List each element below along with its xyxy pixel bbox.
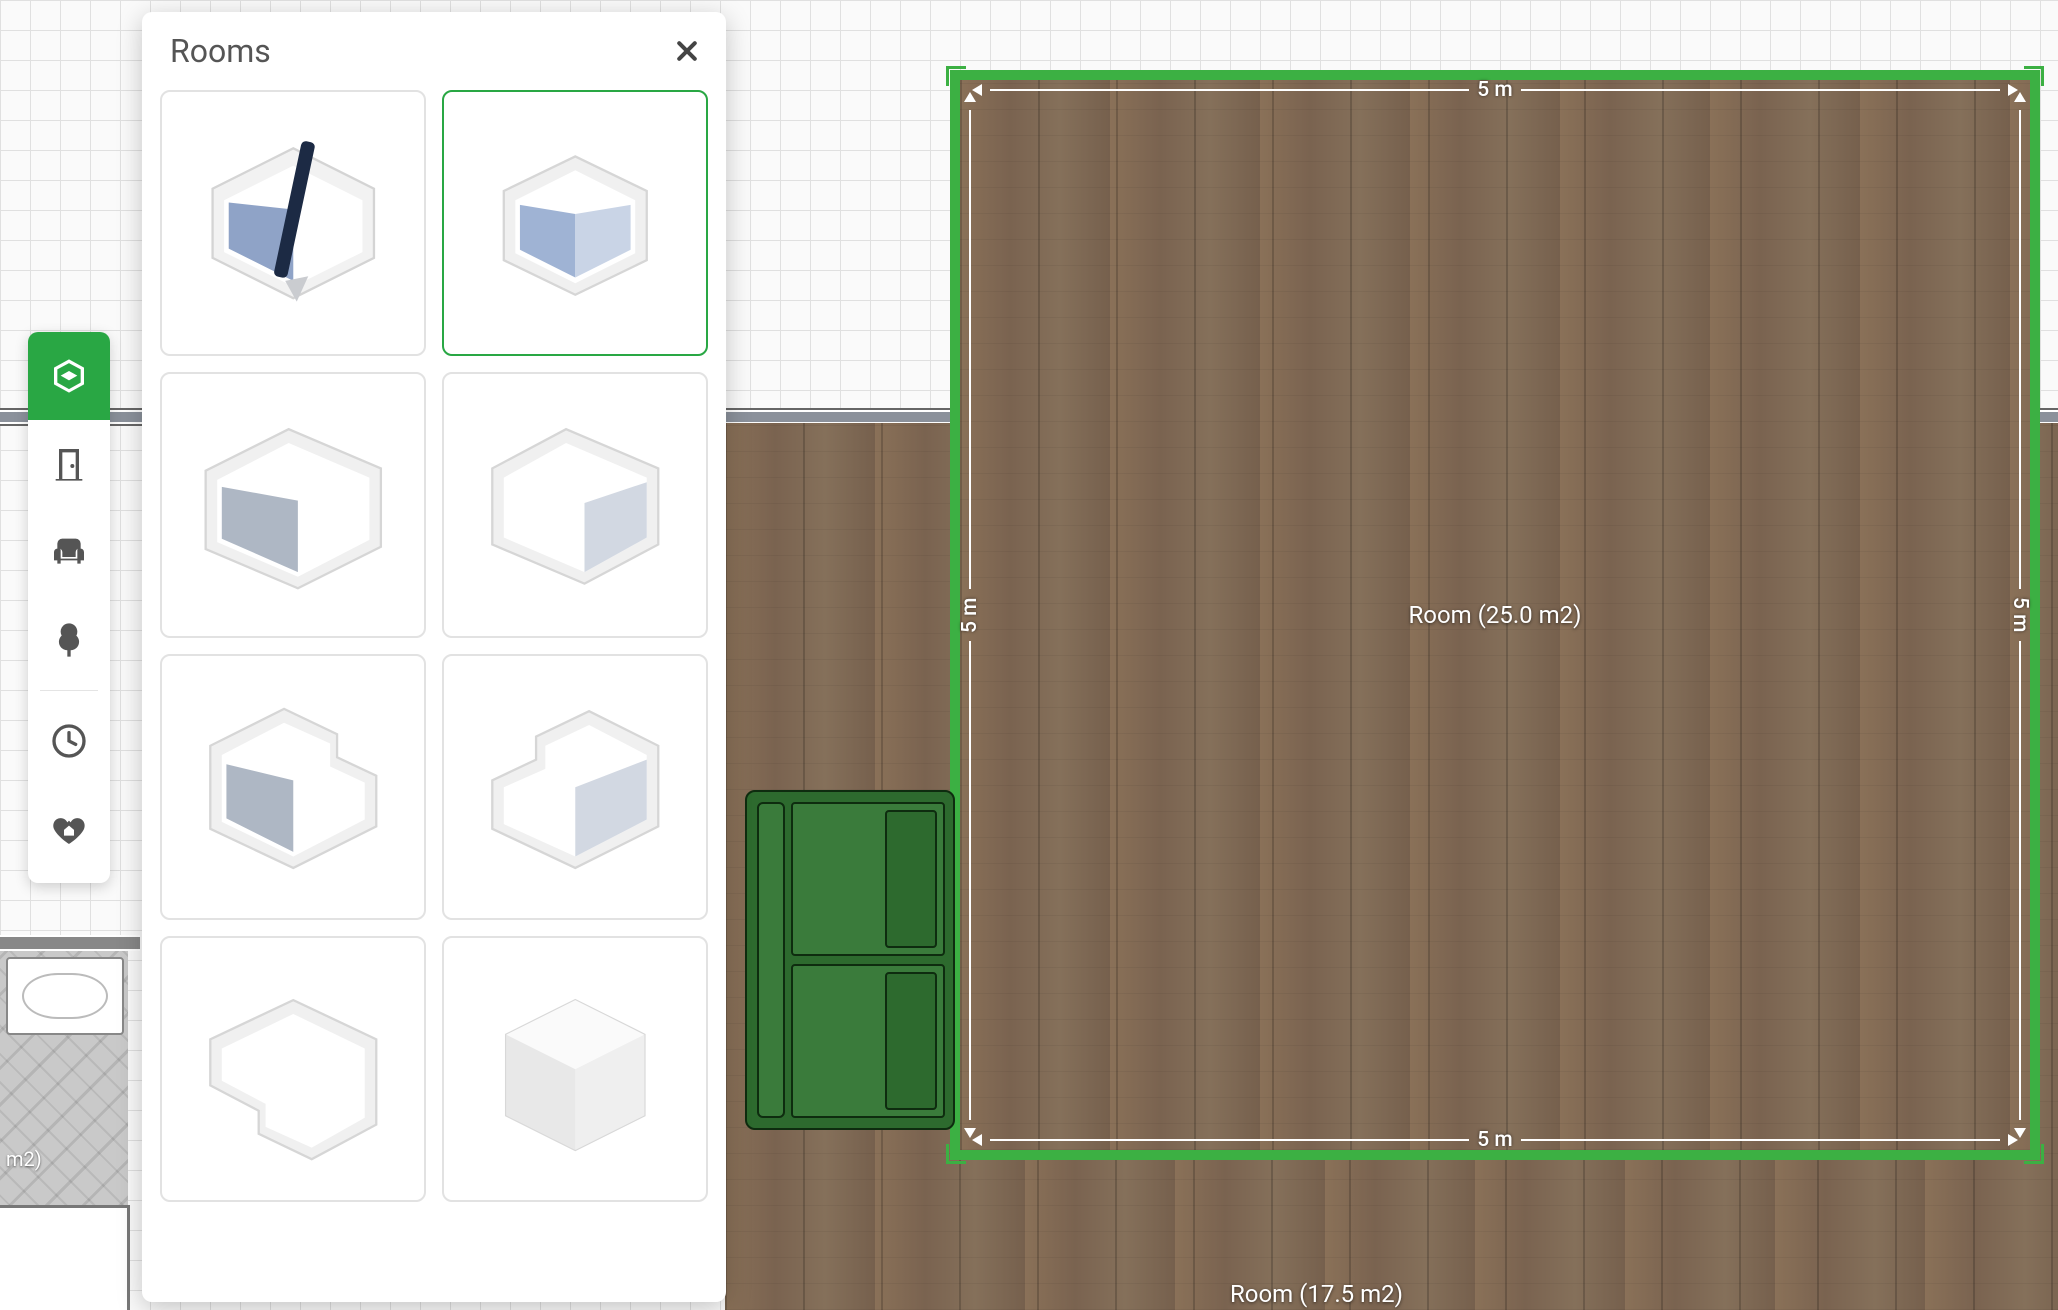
l-room-sw-icon — [178, 954, 409, 1185]
rooms-tool-button[interactable] — [28, 332, 110, 420]
dimension-left-value: 5 m — [958, 597, 982, 632]
room-option-l-sw[interactable] — [160, 936, 426, 1202]
dimension-bottom: 5 m — [972, 1128, 2018, 1152]
resize-handle-sw[interactable] — [946, 1144, 966, 1164]
rect-room-b-icon — [460, 390, 691, 621]
toolbar-separator — [40, 690, 98, 691]
room-option-square[interactable] — [442, 90, 708, 356]
favorites-tool-button[interactable] — [28, 785, 110, 873]
plants-tool-button[interactable] — [28, 596, 110, 684]
dimension-top-value: 5 m — [1477, 78, 1512, 102]
rect-room-a-icon — [178, 390, 409, 621]
room-area-label: Room (25.0 m2) — [1408, 601, 1581, 629]
resize-handle-ne[interactable] — [2024, 66, 2044, 86]
room-option-l-ne[interactable] — [160, 654, 426, 920]
dimension-right: 5 m — [2008, 92, 2032, 1138]
room-option-cube[interactable] — [442, 936, 708, 1202]
adjacent-room-fragment[interactable]: m2) — [0, 935, 140, 1310]
selected-room[interactable]: 5 m 5 m 5 m 5 m Room (25.0 m2) — [960, 80, 2030, 1150]
clock-icon — [49, 721, 89, 761]
armchair-icon — [49, 532, 89, 572]
left-toolbar — [28, 332, 110, 883]
sink-fixture[interactable] — [6, 957, 124, 1035]
rooms-grid — [142, 84, 726, 1302]
dimension-right-value: 5 m — [2008, 597, 2032, 632]
room2-area-label: Room (17.5 m2) — [1230, 1280, 1403, 1308]
resize-handle-nw[interactable] — [946, 66, 966, 86]
doors-tool-button[interactable] — [28, 420, 110, 508]
rooms-panel: Rooms — [142, 12, 726, 1302]
draw-room-icon — [178, 108, 409, 339]
adjacent-room-white[interactable] — [0, 1205, 130, 1310]
door-icon — [49, 444, 89, 484]
dimension-left: 5 m — [958, 92, 982, 1138]
dimension-top: 5 m — [972, 78, 2018, 102]
tree-icon — [49, 620, 89, 660]
history-tool-button[interactable] — [28, 697, 110, 785]
cube-room-icon — [460, 954, 691, 1185]
rooms-panel-title: Rooms — [170, 32, 271, 70]
room-option-l-nw[interactable] — [442, 654, 708, 920]
l-room-ne-icon — [178, 672, 409, 903]
sofa-furniture[interactable] — [745, 790, 955, 1130]
cube-icon — [49, 356, 89, 396]
resize-handle-se[interactable] — [2024, 1144, 2044, 1164]
room-option-rect-a[interactable] — [160, 372, 426, 638]
heart-house-icon — [49, 809, 89, 849]
close-panel-button[interactable] — [672, 36, 702, 66]
room-option-rect-b[interactable] — [442, 372, 708, 638]
l-room-nw-icon — [460, 672, 691, 903]
fragment-area-label: m2) — [6, 1147, 42, 1171]
room-option-draw[interactable] — [160, 90, 426, 356]
square-room-icon — [460, 108, 691, 339]
dimension-bottom-value: 5 m — [1477, 1128, 1512, 1152]
furniture-tool-button[interactable] — [28, 508, 110, 596]
